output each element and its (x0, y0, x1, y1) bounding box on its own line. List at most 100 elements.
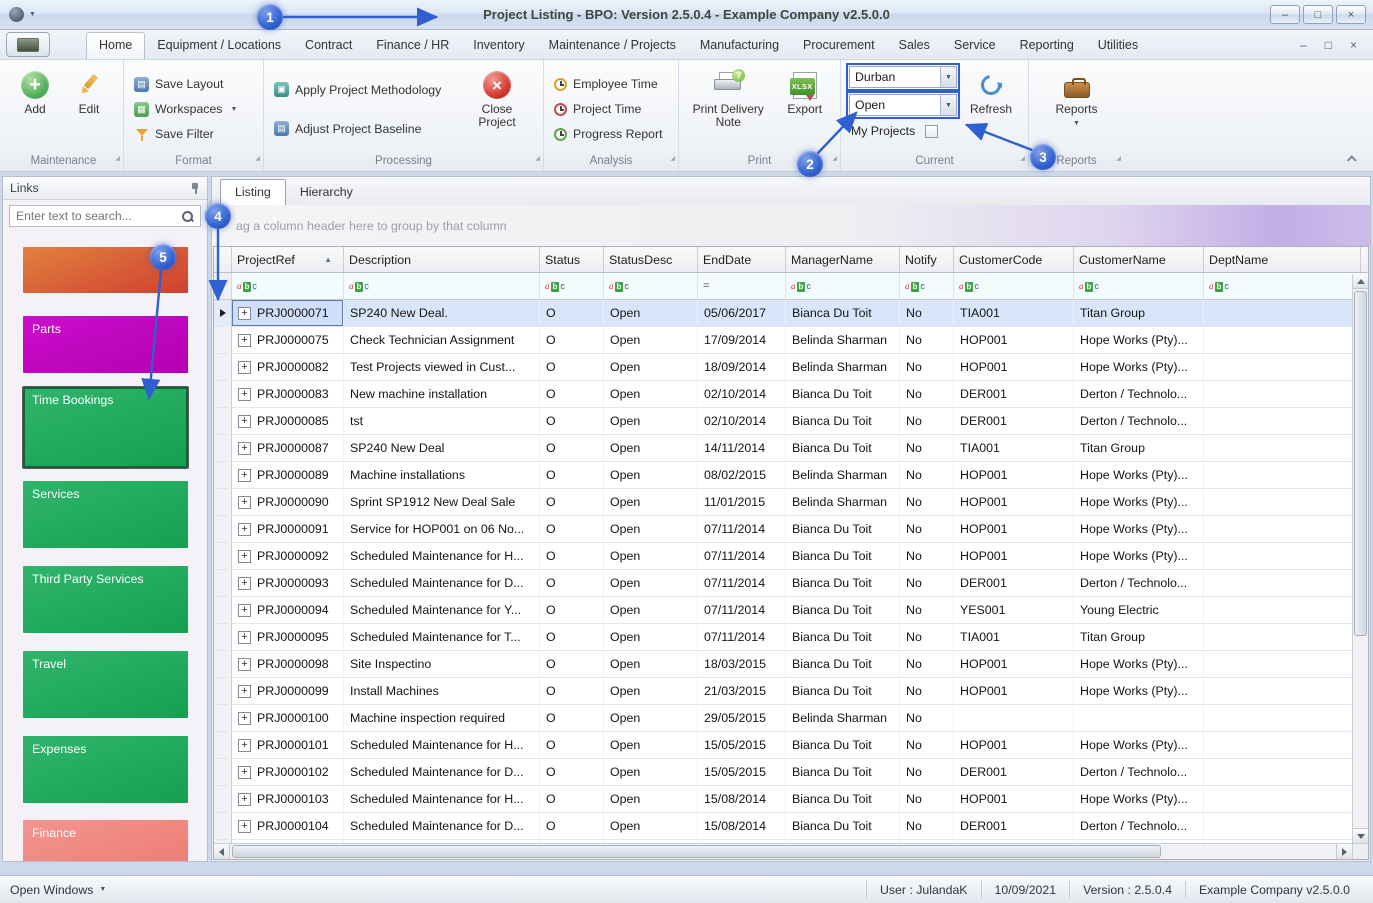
cell-managername[interactable]: Bianca Du Toit (786, 732, 900, 758)
cell-notify[interactable]: No (900, 408, 954, 434)
cell-deptname[interactable] (1204, 570, 1361, 596)
cell-deptname[interactable] (1204, 516, 1361, 542)
cell-customercode[interactable]: HOP001 (954, 732, 1074, 758)
cell-projectref[interactable]: +PRJ0000100 (232, 705, 344, 731)
cell-status[interactable]: O (540, 489, 604, 515)
cell-statusdesc[interactable]: Open (604, 786, 698, 812)
cell-managername[interactable]: Belinda Sharman (786, 705, 900, 731)
cell-status[interactable]: O (540, 786, 604, 812)
cell-projectref[interactable]: +PRJ0000091 (232, 516, 344, 542)
grid-row[interactable]: +PRJ0000071SP240 New Deal.OOpen05/06/201… (214, 300, 1368, 327)
cell-managername[interactable]: Bianca Du Toit (786, 786, 900, 812)
cell-projectref[interactable]: +PRJ0000087 (232, 435, 344, 461)
expand-row-button[interactable]: + (238, 820, 251, 833)
cell-statusdesc[interactable]: Open (604, 813, 698, 839)
cell-projectref[interactable]: +PRJ0000092 (232, 543, 344, 569)
column-header-projectref[interactable]: ProjectRef▲ (232, 247, 344, 272)
cell-customercode[interactable]: DER001 (954, 408, 1074, 434)
expand-row-button[interactable]: + (238, 550, 251, 563)
status-dropdown-caret-icon[interactable]: ▼ (940, 95, 956, 115)
search-icon[interactable] (181, 210, 194, 223)
ribbon-tab-maintenance-projects[interactable]: Maintenance / Projects (537, 32, 688, 59)
grid-row[interactable]: +PRJ0000089Machine installationsOOpen08/… (214, 462, 1368, 489)
cell-statusdesc[interactable]: Open (604, 705, 698, 731)
expand-row-button[interactable]: + (238, 577, 251, 590)
cell-status[interactable]: O (540, 354, 604, 380)
cell-description[interactable]: Machine installations (344, 462, 540, 488)
cell-enddate[interactable]: 02/10/2014 (698, 408, 786, 434)
ribbon-tab-manufacturing[interactable]: Manufacturing (688, 32, 791, 59)
filter-cell-description[interactable]: abc (344, 273, 540, 299)
cell-notify[interactable]: No (900, 516, 954, 542)
cell-statusdesc[interactable]: Open (604, 543, 698, 569)
cell-status[interactable]: O (540, 543, 604, 569)
cell-deptname[interactable] (1204, 651, 1361, 677)
apply-project-methodology-button[interactable]: ▣ Apply Project Methodology (268, 77, 466, 102)
cell-customername[interactable]: Titan Group (1074, 435, 1204, 461)
open-windows-button[interactable]: Open Windows ▼ (10, 883, 106, 897)
column-header-enddate[interactable]: EndDate (698, 247, 786, 272)
filter-cell-status[interactable]: abc (540, 273, 604, 299)
expand-row-button[interactable]: + (238, 712, 251, 725)
grid-row[interactable]: +PRJ0000099Install MachinesOOpen21/03/20… (214, 678, 1368, 705)
grid-row[interactable]: +PRJ0000101Scheduled Maintenance for H..… (214, 732, 1368, 759)
cell-customercode[interactable]: HOP001 (954, 354, 1074, 380)
sidebar-tile-parts[interactable]: Parts (23, 316, 188, 373)
cell-description[interactable]: Install Machines (344, 678, 540, 704)
collapse-ribbon-button[interactable] (1345, 153, 1359, 165)
cell-description[interactable]: Test Projects viewed in Cust... (344, 354, 540, 380)
grid-row[interactable]: +PRJ0000082Test Projects viewed in Cust.… (214, 354, 1368, 381)
adjust-project-baseline-button[interactable]: ▤ Adjust Project Baseline (268, 116, 466, 141)
cell-customercode[interactable]: YES001 (954, 597, 1074, 623)
ribbon-tab-equipment-locations[interactable]: Equipment / Locations (145, 32, 293, 59)
cell-description[interactable]: Scheduled Maintenance for H... (344, 732, 540, 758)
filter-cell-customername[interactable]: abc (1074, 273, 1204, 299)
horizontal-scroll-thumb[interactable] (232, 845, 1161, 858)
cell-customername[interactable]: Derton / Technolo... (1074, 813, 1204, 839)
cell-deptname[interactable] (1204, 597, 1361, 623)
employee-time-button[interactable]: Employee Time (548, 72, 674, 97)
cell-notify[interactable]: No (900, 435, 954, 461)
cell-notify[interactable]: No (900, 543, 954, 569)
cell-projectref[interactable]: +PRJ0000098 (232, 651, 344, 677)
progress-report-button[interactable]: Progress Report (548, 122, 674, 147)
grid-row[interactable]: +PRJ0000075Check Technician AssignmentOO… (214, 327, 1368, 354)
cell-managername[interactable]: Bianca Du Toit (786, 759, 900, 785)
cell-projectref[interactable]: +PRJ0000075 (232, 327, 344, 353)
cell-customercode[interactable]: TIA001 (954, 435, 1074, 461)
cell-deptname[interactable] (1204, 489, 1361, 515)
grid-row[interactable]: +PRJ0000091Service for HOP001 on 06 No..… (214, 516, 1368, 543)
cell-notify[interactable]: No (900, 705, 954, 731)
cell-notify[interactable]: No (900, 327, 954, 353)
column-header-customername[interactable]: CustomerName (1074, 247, 1204, 272)
cell-description[interactable]: Scheduled Maintenance for H... (344, 543, 540, 569)
horizontal-scrollbar[interactable] (214, 843, 1368, 859)
cell-enddate[interactable]: 11/01/2015 (698, 489, 786, 515)
cell-customername[interactable]: Derton / Technolo... (1074, 759, 1204, 785)
cell-enddate[interactable]: 21/03/2015 (698, 678, 786, 704)
cell-enddate[interactable]: 18/03/2015 (698, 651, 786, 677)
expand-row-button[interactable]: + (238, 496, 251, 509)
cell-managername[interactable]: Bianca Du Toit (786, 678, 900, 704)
vertical-scrollbar[interactable] (1352, 274, 1368, 843)
grid-row[interactable]: +PRJ0000100Machine inspection requiredOO… (214, 705, 1368, 732)
cell-enddate[interactable]: 05/06/2017 (698, 300, 786, 326)
cell-enddate[interactable]: 14/11/2014 (698, 435, 786, 461)
sidebar-tile-finance[interactable]: Finance (23, 820, 188, 861)
cell-statusdesc[interactable]: Open (604, 597, 698, 623)
save-layout-button[interactable]: ▤Save Layout (128, 72, 259, 97)
cell-enddate[interactable]: 02/10/2014 (698, 381, 786, 407)
horizontal-scroll-track[interactable] (230, 844, 1336, 859)
cell-status[interactable]: O (540, 705, 604, 731)
cell-customercode[interactable]: HOP001 (954, 327, 1074, 353)
cell-enddate[interactable]: 15/08/2014 (698, 786, 786, 812)
cell-status[interactable]: O (540, 651, 604, 677)
cell-status[interactable]: O (540, 381, 604, 407)
maximize-button[interactable]: □ (1303, 5, 1333, 24)
cell-customername[interactable]: Hope Works (Pty)... (1074, 732, 1204, 758)
cell-notify[interactable]: No (900, 381, 954, 407)
sidebar-tile-services[interactable]: Services (23, 481, 188, 548)
expand-row-button[interactable]: + (238, 604, 251, 617)
cell-projectref[interactable]: +PRJ0000071 (232, 300, 344, 326)
filter-cell-deptname[interactable]: abc (1204, 273, 1361, 299)
